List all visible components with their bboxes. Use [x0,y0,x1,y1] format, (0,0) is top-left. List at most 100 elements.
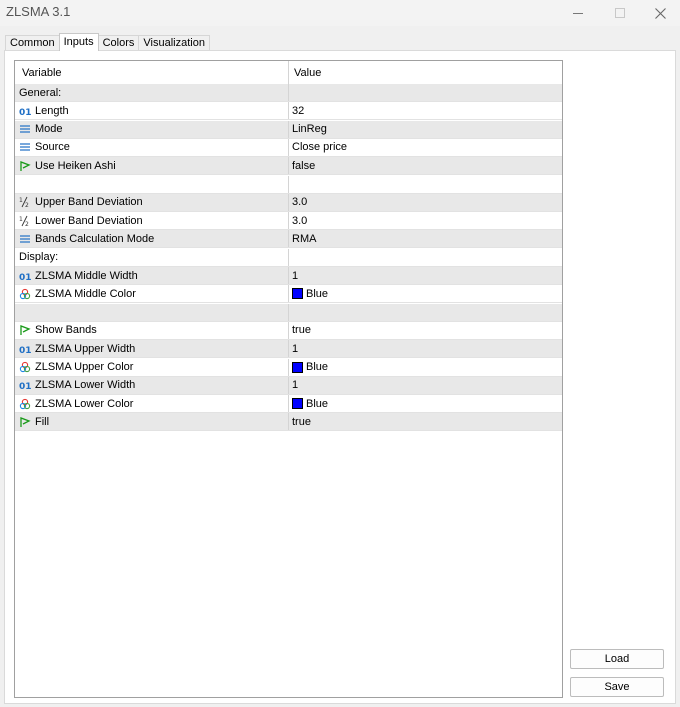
variable-name: Source [35,141,70,154]
variable-cell: 1 2 Upper Band Deviation [15,193,289,211]
variable-cell: ZLSMA Upper Color [15,358,289,376]
grid-row[interactable]: 01 ZLSMA Upper Width 1 [15,340,562,359]
value-cell[interactable] [289,304,562,321]
value-cell[interactable]: Blue [289,285,562,302]
variable-cell: 01 Length [15,102,289,120]
fraction-icon: 12 [19,215,31,227]
grid-row[interactable]: ZLSMA Middle Color Blue [15,285,562,304]
variable-cell: Show Bands [15,321,289,339]
value-text: Close price [292,141,348,154]
value-cell[interactable]: 1 [289,377,562,394]
value-text: Blue [306,397,329,410]
tab-colors[interactable]: Colors [97,35,140,51]
value-cell[interactable]: 1 [289,340,562,357]
integer-icon: 01 [19,343,31,355]
grid-row[interactable]: Mode LinReg [15,120,562,139]
svg-text:2: 2 [25,202,29,208]
variable-cell: Fill [15,413,289,431]
variable-cell: 01 ZLSMA Middle Width [15,267,289,284]
grid-row[interactable]: 1 2 Upper Band Deviation 3.0 [15,193,562,212]
grid-row[interactable]: Display: [15,248,562,267]
load-button[interactable]: Load [570,649,664,669]
variable-column-header[interactable]: Variable [15,61,289,84]
inputs-grid: Variable Value General: 01 Length 32 Mode Lin… [14,60,563,698]
variable-cell: General: [15,84,289,101]
grid-row[interactable]: Use Heiken Ashi false [15,157,562,176]
save-button[interactable]: Save [570,677,664,697]
value-cell[interactable] [289,84,562,101]
enum-icon [19,141,31,153]
color-swatch [292,361,303,373]
value-cell[interactable]: 32 [289,102,562,119]
integer-icon: 01 [19,270,31,282]
value-text: 1 [292,269,299,282]
value-cell[interactable]: 3.0 [289,194,562,211]
variable-name: ZLSMA Lower Color [35,397,134,410]
grid-row[interactable]: 1 2 Lower Band Deviation 3.0 [15,212,562,231]
grid-row[interactable]: ZLSMA Upper Color Blue [15,358,562,377]
grid-row[interactable]: 01 ZLSMA Lower Width 1 [15,376,562,395]
variable-name: Mode [35,123,63,136]
variable-name: Display: [19,251,59,264]
value-text: 3.0 [292,214,308,227]
bool-icon [19,416,31,428]
value-cell[interactable]: true [289,413,562,430]
variable-name: Length [35,104,69,117]
tab-inputs[interactable]: Inputs [58,33,99,51]
variable-name: ZLSMA Lower Width [35,379,136,392]
value-cell[interactable]: false [289,157,562,174]
grid-row[interactable]: 01 ZLSMA Middle Width 1 [15,267,562,285]
variable-cell [15,175,289,193]
grid-row[interactable] [15,175,562,194]
value-cell[interactable] [289,249,562,266]
grid-row[interactable]: Show Bands true [15,321,562,340]
tab-common[interactable]: Common [5,35,60,51]
grid-row[interactable] [15,303,562,322]
tab-visualization[interactable]: Visualization [138,35,210,51]
value-text: true [292,415,311,428]
value-cell[interactable]: Close price [289,139,562,156]
value-cell[interactable]: RMA [289,230,562,247]
value-text: 1 [292,379,299,392]
svg-text:01: 01 [19,273,31,282]
variable-name: Use Heiken Ashi [35,159,116,172]
variable-name: ZLSMA Middle Color [35,287,136,300]
grid-row[interactable]: ZLSMA Lower Color Blue [15,395,562,414]
variable-cell: Bands Calculation Mode [15,230,289,248]
variable-name: Bands Calculation Mode [35,232,155,245]
bool-icon [19,324,31,336]
value-cell[interactable]: 3.0 [289,212,562,229]
svg-text:1: 1 [19,197,23,204]
variable-cell: 01 ZLSMA Lower Width [15,376,289,394]
variable-cell: 01 ZLSMA Upper Width [15,340,289,358]
grid-row[interactable]: Bands Calculation Mode RMA [15,230,562,249]
value-text: LinReg [292,123,327,136]
maximize-button[interactable] [598,0,642,26]
value-cell[interactable]: Blue [289,359,562,376]
value-cell[interactable]: LinReg [289,121,562,138]
color-icon [19,288,31,300]
minimize-button[interactable] [556,0,600,26]
variable-cell: ZLSMA Middle Color [15,285,289,303]
value-column-header[interactable]: Value [289,61,562,84]
tab-strip: Common Inputs Colors Visualization [5,33,210,51]
variable-cell: Display: [15,248,289,266]
grid-row[interactable]: Source Close price [15,138,562,157]
value-cell[interactable]: true [289,322,562,339]
variable-name: Lower Band Deviation [35,214,143,227]
integer-icon: 01 [19,379,31,391]
value-cell[interactable]: 1 [289,267,562,284]
grid-row[interactable]: 01 Length 32 [15,102,562,121]
color-icon [19,361,31,373]
window-title: ZLSMA 3.1 [6,4,71,19]
enum-icon [19,123,31,135]
grid-row[interactable]: Fill true [15,413,562,432]
variable-name: ZLSMA Upper Width [35,342,136,355]
variable-name: Upper Band Deviation [35,196,143,209]
variable-name: Fill [35,415,50,428]
value-cell[interactable]: Blue [289,395,562,412]
grid-row[interactable]: General: [15,84,562,102]
close-button[interactable] [638,0,680,26]
value-cell[interactable] [289,176,562,193]
variable-cell: 1 2 Lower Band Deviation [15,212,289,230]
